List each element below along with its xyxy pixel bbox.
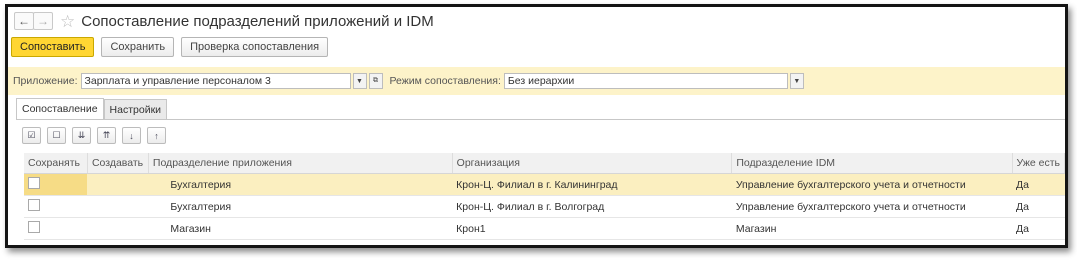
- tab-divider: [16, 119, 1065, 120]
- save-cell[interactable]: [24, 217, 88, 240]
- column-header-exists[interactable]: Уже есть: [1012, 153, 1065, 174]
- sort-descending-icon[interactable]: ↑: [147, 127, 166, 144]
- move-up-icon[interactable]: ⇈: [97, 127, 116, 144]
- organization-cell[interactable]: Крон-Ц. Филиал в г. Калининград: [452, 173, 732, 196]
- checkbox[interactable]: [28, 221, 40, 233]
- column-header-idm-unit[interactable]: Подразделение IDM: [731, 153, 1013, 174]
- column-header-save[interactable]: Сохранять: [24, 153, 88, 174]
- checkbox[interactable]: [28, 177, 40, 189]
- arrow-right-icon: →: [37, 14, 49, 28]
- idm-unit-cell[interactable]: Управление бухгалтерского учета и отчетн…: [731, 173, 1013, 196]
- arrow-left-icon: ←: [18, 14, 30, 28]
- save-cell[interactable]: [24, 173, 88, 196]
- grid-toolbar: ☑ ☐ ⇊ ⇈ ↓ ↑: [22, 127, 166, 144]
- tab-settings[interactable]: Настройки: [103, 99, 168, 119]
- table-row[interactable]: Бухгалтерия Крон-Ц. Филиал в г. Калининг…: [24, 173, 1065, 196]
- application-label: Приложение:: [13, 75, 78, 87]
- checkbox[interactable]: [28, 199, 40, 211]
- app-unit-cell[interactable]: Бухгалтерия: [148, 173, 453, 196]
- tab-bar: Сопоставление Настройки: [16, 98, 168, 119]
- idm-unit-cell[interactable]: Управление бухгалтерского учета и отчетн…: [731, 195, 1013, 218]
- mapping-table: Сохранять Создавать Подразделение прилож…: [24, 153, 1065, 240]
- title-bar: ← → ☆ Сопоставление подразделений прилож…: [8, 7, 1065, 35]
- chevron-down-icon[interactable]: ▼: [352, 73, 367, 89]
- exists-cell[interactable]: Да: [1012, 195, 1065, 218]
- sort-ascending-icon[interactable]: ↓: [122, 127, 141, 144]
- save-cell[interactable]: [24, 195, 88, 218]
- tab-mapping[interactable]: Сопоставление: [16, 98, 104, 119]
- organization-cell[interactable]: Крон1: [452, 217, 732, 240]
- star-icon[interactable]: ☆: [60, 13, 75, 30]
- exists-cell[interactable]: Да: [1012, 217, 1065, 240]
- parameters-row: Приложение: Зарплата и управление персон…: [8, 67, 1065, 95]
- mode-label: Режим сопоставления:: [389, 75, 501, 87]
- mode-field[interactable]: Без иерархии: [503, 73, 788, 89]
- column-header-organization[interactable]: Организация: [452, 153, 733, 174]
- create-cell[interactable]: [87, 217, 149, 240]
- match-button[interactable]: Сопоставить: [11, 37, 95, 57]
- create-cell[interactable]: [87, 173, 149, 196]
- app-unit-cell[interactable]: Магазин: [148, 217, 453, 240]
- create-cell[interactable]: [87, 195, 149, 218]
- idm-unit-cell[interactable]: Магазин: [731, 217, 1013, 240]
- application-field[interactable]: Зарплата и управление персоналом 3: [80, 73, 351, 89]
- organization-cell[interactable]: Крон-Ц. Филиал в г. Волгоград: [452, 195, 732, 218]
- page-title: Сопоставление подразделений приложений и…: [81, 12, 434, 30]
- toolbar: Сопоставить Сохранить Проверка сопоставл…: [8, 35, 1065, 59]
- back-button[interactable]: ←: [14, 12, 34, 30]
- table-header: Сохранять Создавать Подразделение прилож…: [24, 153, 1065, 174]
- check-mapping-button[interactable]: Проверка сопоставления: [181, 37, 329, 57]
- forward-button[interactable]: →: [33, 12, 53, 30]
- column-header-app-unit[interactable]: Подразделение приложения: [148, 153, 453, 174]
- table-row[interactable]: Бухгалтерия Крон-Ц. Филиал в г. Волгогра…: [24, 195, 1065, 218]
- check-all-icon[interactable]: ☑: [22, 127, 41, 144]
- open-icon[interactable]: ⧉: [368, 73, 383, 89]
- window-frame: ← → ☆ Сопоставление подразделений прилож…: [5, 4, 1068, 248]
- app-unit-cell[interactable]: Бухгалтерия: [148, 195, 453, 218]
- move-down-icon[interactable]: ⇊: [72, 127, 91, 144]
- exists-cell[interactable]: Да: [1012, 173, 1065, 196]
- table-row[interactable]: Магазин Крон1 Магазин Да: [24, 217, 1065, 240]
- save-button[interactable]: Сохранить: [101, 37, 175, 57]
- column-header-create[interactable]: Создавать: [87, 153, 149, 174]
- uncheck-all-icon[interactable]: ☐: [47, 127, 66, 144]
- chevron-down-icon[interactable]: ▼: [789, 73, 804, 89]
